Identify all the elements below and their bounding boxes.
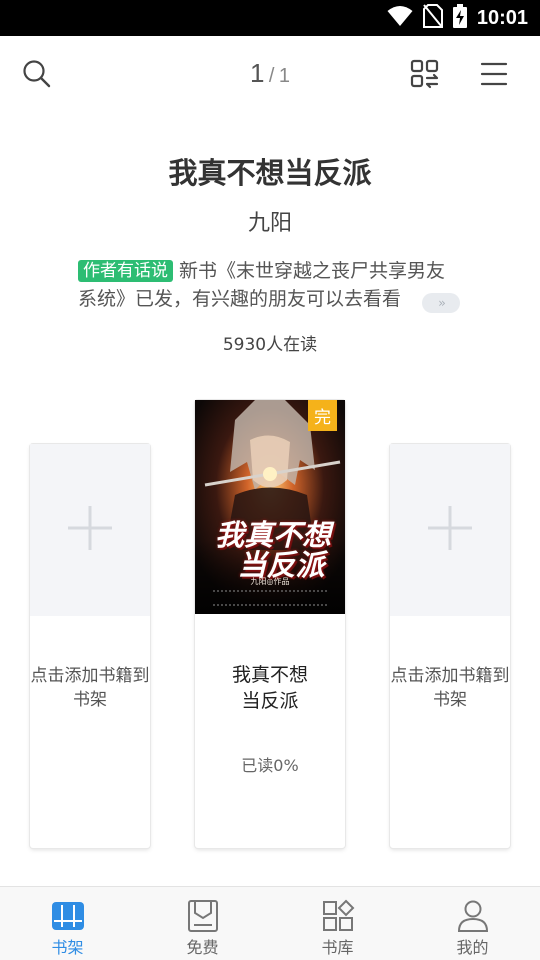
notice-more-button[interactable]: ›› (422, 293, 460, 313)
nav-label: 书库 (321, 938, 354, 957)
nav-profile[interactable]: 我的 (405, 887, 540, 960)
nav-label: 免费 (186, 938, 219, 957)
add-book-label: 点击添加书籍到书架 (30, 666, 150, 710)
add-book-slot-left[interactable]: 点击添加书籍到书架 (30, 444, 150, 848)
nav-label: 我的 (456, 938, 489, 957)
page-indicator: 1 / 1 (0, 58, 540, 89)
wifi-icon (387, 5, 413, 31)
status-bar: 10:01 (0, 0, 540, 36)
cover-author: 九阳◎作品 (250, 577, 290, 586)
add-slot-area (30, 444, 150, 616)
no-sim-icon (422, 4, 443, 32)
add-book-slot-right[interactable]: 点击添加书籍到书架 (390, 444, 510, 848)
page-current: 1 (249, 58, 265, 88)
author-notice[interactable]: 作者有话说 新书《末世穿越之丧尸共享男友系统》已发，有兴趣的朋友可以去看看 (78, 257, 462, 315)
profile-icon (456, 899, 490, 933)
book-author: 九阳 (247, 211, 292, 236)
nav-bookshelf[interactable]: 书架 (0, 887, 135, 960)
plus-icon (66, 504, 114, 556)
battery-charging-icon (452, 4, 467, 32)
cover-title-line1: 我真不想 (214, 518, 331, 552)
completed-tag: 完 (308, 400, 337, 431)
cover-title: 我真不想 当反派 (203, 520, 343, 580)
plus-icon (426, 504, 474, 556)
shelf-book-title-line1: 我真不想 (231, 664, 308, 686)
read-progress: 已读0% (241, 756, 299, 775)
bookshelf-icon (51, 899, 85, 933)
library-grid-icon (321, 899, 355, 933)
free-bookmark-icon (186, 899, 220, 933)
nav-free[interactable]: 免费 (135, 887, 270, 960)
cover-blurb (213, 590, 327, 606)
add-book-label: 点击添加书籍到书架 (390, 666, 510, 710)
book-title: 我真不想当反派 (168, 156, 372, 190)
menu-icon[interactable] (474, 54, 514, 94)
page-total: 1 (278, 65, 291, 87)
top-toolbar: 1 / 1 (0, 36, 540, 112)
shelf-book-title-line2: 当反派 (241, 690, 299, 712)
book-cover: 我真不想 当反派 九阳◎作品 完 (195, 400, 345, 614)
nav-label: 书架 (51, 938, 84, 957)
page-separator: / (268, 65, 275, 87)
shelf-book-title: 我真不想 当反派 (195, 662, 345, 714)
reader-count: 5930人在读 (222, 335, 318, 355)
add-slot-area (390, 444, 510, 616)
bottom-nav: 书架 免费 书库 我的 (0, 886, 540, 960)
status-icons: 10:01 (387, 0, 528, 36)
shelf-book-card[interactable]: 我真不想 当反派 九阳◎作品 完 我真不想 当反派 已读0% (195, 400, 345, 848)
author-notice-badge: 作者有话说 (78, 260, 173, 282)
scan-switch-icon[interactable] (405, 54, 445, 94)
status-time: 10:01 (476, 6, 528, 29)
nav-library[interactable]: 书库 (270, 887, 405, 960)
